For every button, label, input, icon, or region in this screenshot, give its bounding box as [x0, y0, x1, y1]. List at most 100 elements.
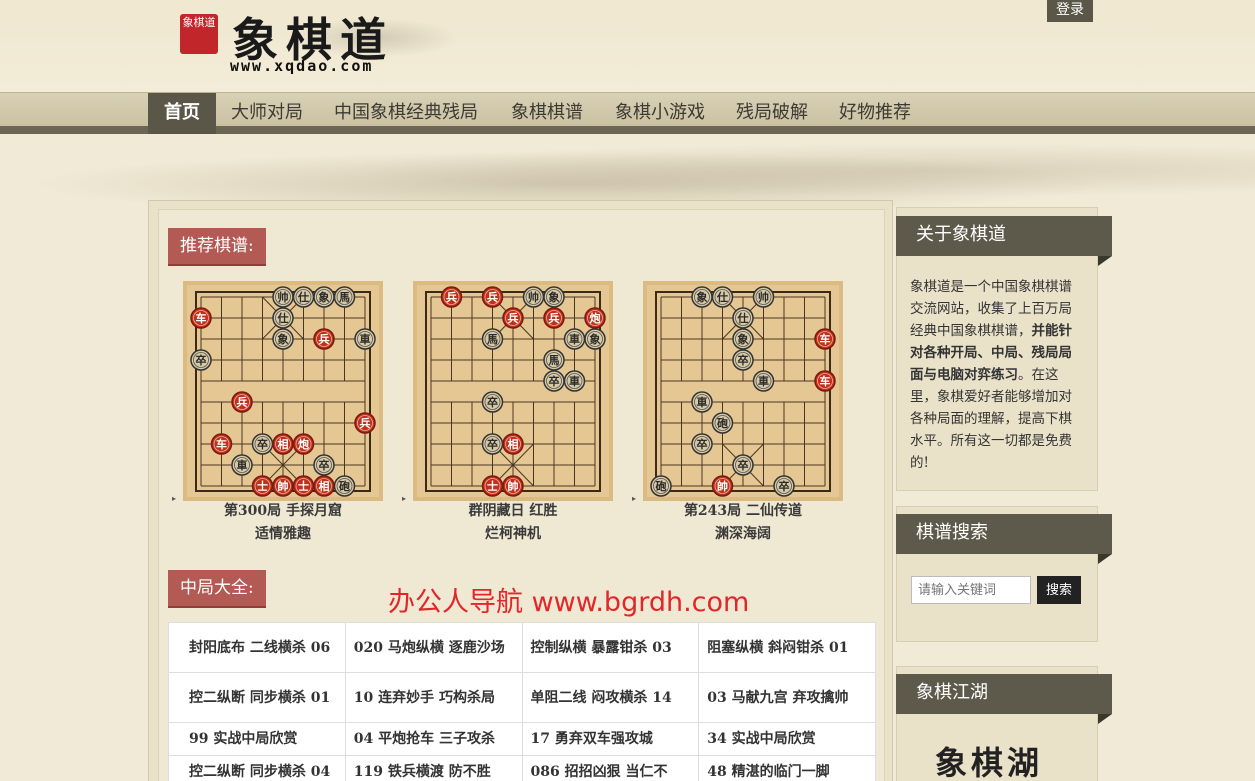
chess-piece: 炮 [292, 433, 315, 455]
chess-piece-label: 车 [196, 311, 207, 325]
chess-piece: 兵 [481, 286, 504, 308]
search-input[interactable] [911, 576, 1031, 604]
chess-piece-label: 卒 [738, 353, 749, 367]
midgame-link[interactable]: 99 实战中局欣赏 [168, 722, 346, 756]
board-caption-3[interactable]: 第243局 二仙传道 渊深海阔 [628, 500, 858, 546]
chess-piece-label: 仕 [716, 290, 728, 304]
chess-piece-label: 馬 [549, 354, 560, 367]
chess-piece: 車 [231, 454, 253, 476]
midgame-link[interactable]: 34 实战中局欣赏 [698, 722, 876, 756]
search-button[interactable]: 搜索 [1037, 576, 1081, 604]
chess-piece-label: 卒 [487, 395, 498, 409]
chess-piece: 仕 [711, 286, 734, 308]
midgame-link[interactable]: 119 铁兵横渡 防不胜 [344, 755, 523, 781]
chess-piece-label: 仕 [277, 311, 289, 325]
jianghu-title: 象棋江湖 [896, 674, 1112, 724]
chess-board-1[interactable]: 帅仕象馬车仕象兵車卒兵兵车卒相炮車卒士帥士相砲 [183, 281, 383, 501]
board-caption-title[interactable]: 群阴藏日 红胜 [398, 500, 628, 523]
chess-piece: 車 [563, 328, 586, 350]
login-button[interactable]: 登录 [1047, 0, 1093, 22]
midgame-link[interactable]: 17 勇弃双车强攻城 [521, 722, 700, 756]
chess-piece: 卒 [313, 454, 335, 476]
chess-piece: 象 [584, 328, 606, 350]
chess-piece-label: 士 [298, 479, 309, 493]
midgame-link[interactable]: 48 精湛的临门一脚 [698, 755, 876, 781]
chess-piece: 兵 [313, 328, 335, 350]
chess-piece-label: 象 [319, 290, 330, 304]
nav-item-game-records[interactable]: 象棋棋谱 [511, 93, 583, 134]
chess-piece-label: 卒 [697, 437, 708, 451]
chess-piece-label: 帥 [717, 479, 728, 493]
chess-piece: 象 [732, 328, 754, 350]
chess-piece: 卒 [481, 391, 504, 413]
chess-piece: 帥 [272, 475, 294, 497]
chess-piece-label: 車 [569, 374, 580, 388]
nav-item-home[interactable]: 首页 [148, 93, 216, 134]
board-caption-1[interactable]: 第300局 手探月窟 适情雅趣 [168, 500, 398, 546]
chess-piece: 卒 [773, 475, 795, 497]
chess-piece: 馬 [333, 286, 356, 308]
chess-piece-label: 炮 [298, 437, 309, 451]
board-caption-title[interactable]: 第243局 二仙传道 [628, 500, 858, 523]
chess-piece: 兵 [231, 391, 253, 413]
table-row: 99 实战中局欣赏 04 平炮抢车 三子攻杀 17 勇弃双车强攻城 34 实战中… [168, 722, 876, 756]
chess-piece: 象 [543, 286, 565, 308]
chess-piece: 馬 [481, 328, 504, 350]
chess-piece-label: 砲 [716, 416, 728, 430]
site-logo-url[interactable]: www.xqdao.com [230, 57, 373, 75]
midgame-link[interactable]: 086 招招凶狠 当仁不 [521, 755, 700, 781]
chess-piece: 車 [752, 370, 775, 392]
chess-piece: 仕 [272, 307, 294, 329]
chess-piece-label: 馬 [339, 291, 350, 304]
chess-piece: 兵 [354, 412, 376, 434]
chess-piece-label: 士 [257, 479, 268, 493]
chess-piece: 象 [313, 286, 335, 308]
chess-piece: 卒 [732, 454, 754, 476]
chess-piece-label: 兵 [446, 290, 457, 304]
jianghu-logo[interactable]: 象棋湖 [935, 738, 1043, 781]
nav-item-classic-endgames[interactable]: 中国象棋经典残局 [334, 93, 478, 134]
chess-board-3[interactable]: 象仕帅仕象车卒車车車砲卒卒砲帥卒 [643, 281, 843, 501]
chess-piece: 象 [272, 328, 294, 350]
chess-piece-label: 車 [237, 458, 248, 472]
midgame-link[interactable]: 控二纵断 同步横杀 04 [168, 755, 346, 781]
midgame-link[interactable]: 020 马炮纵横 逐鹿沙场 [344, 622, 523, 673]
chess-piece: 仕 [292, 286, 315, 308]
nav-item-recommendations[interactable]: 好物推荐 [839, 93, 911, 134]
nav-item-endgame-solve[interactable]: 残局破解 [736, 93, 808, 134]
board-caption-title[interactable]: 第300局 手探月窟 [168, 500, 398, 523]
midgame-link[interactable]: 控制纵横 暴露钳杀 03 [521, 622, 700, 673]
nav-item-mini-games[interactable]: 象棋小游戏 [615, 93, 705, 134]
chess-piece-label: 砲 [655, 479, 667, 493]
board-caption-2[interactable]: 群阴藏日 红胜 烂柯神机 [398, 500, 628, 546]
chess-board-2[interactable]: 兵兵帅象兵兵炮馬車象馬卒車卒卒相士帥 [413, 281, 613, 501]
chess-piece: 车 [814, 370, 836, 392]
midgame-link[interactable]: 04 平炮抢车 三子攻杀 [344, 722, 523, 756]
chess-piece: 炮 [584, 307, 606, 329]
midgame-link[interactable]: 10 连弃妙手 巧构杀局 [344, 672, 523, 723]
chess-piece-label: 卒 [487, 437, 498, 451]
midgame-link[interactable]: 阻塞纵横 斜闷钳杀 01 [698, 622, 876, 673]
chess-piece: 士 [481, 475, 504, 497]
chess-piece: 兵 [440, 286, 463, 308]
board-caption-source[interactable]: 烂柯神机 [398, 523, 628, 546]
logo-seal: 象棋道 [180, 14, 218, 54]
chess-piece-label: 仕 [297, 290, 309, 304]
chess-piece-label: 相 [508, 437, 519, 451]
board-caption-source[interactable]: 适情雅趣 [168, 523, 398, 546]
chess-piece-label: 相 [278, 437, 289, 451]
midgame-link[interactable]: 控二纵断 同步横杀 01 [168, 672, 346, 723]
chess-piece: 帥 [502, 475, 524, 497]
nav-item-master-games[interactable]: 大师对局 [231, 93, 303, 134]
main-nav: 首页 大师对局 中国象棋经典残局 象棋棋谱 象棋小游戏 残局破解 好物推荐 [0, 92, 1255, 134]
chess-piece-label: 帥 [508, 479, 519, 493]
chess-piece: 士 [251, 475, 274, 497]
midgame-link[interactable]: 单阻二线 闷攻横杀 14 [521, 672, 700, 723]
board-caption-source[interactable]: 渊深海阔 [628, 523, 858, 546]
chess-piece: 砲 [650, 475, 672, 497]
chess-piece: 兵 [502, 307, 524, 329]
chess-piece-label: 車 [758, 374, 769, 388]
chess-piece: 卒 [543, 370, 565, 392]
midgame-link[interactable]: 03 马献九宫 弃攻擒帅 [698, 672, 876, 723]
midgame-link[interactable]: 封阳底布 二线横杀 06 [168, 622, 346, 673]
